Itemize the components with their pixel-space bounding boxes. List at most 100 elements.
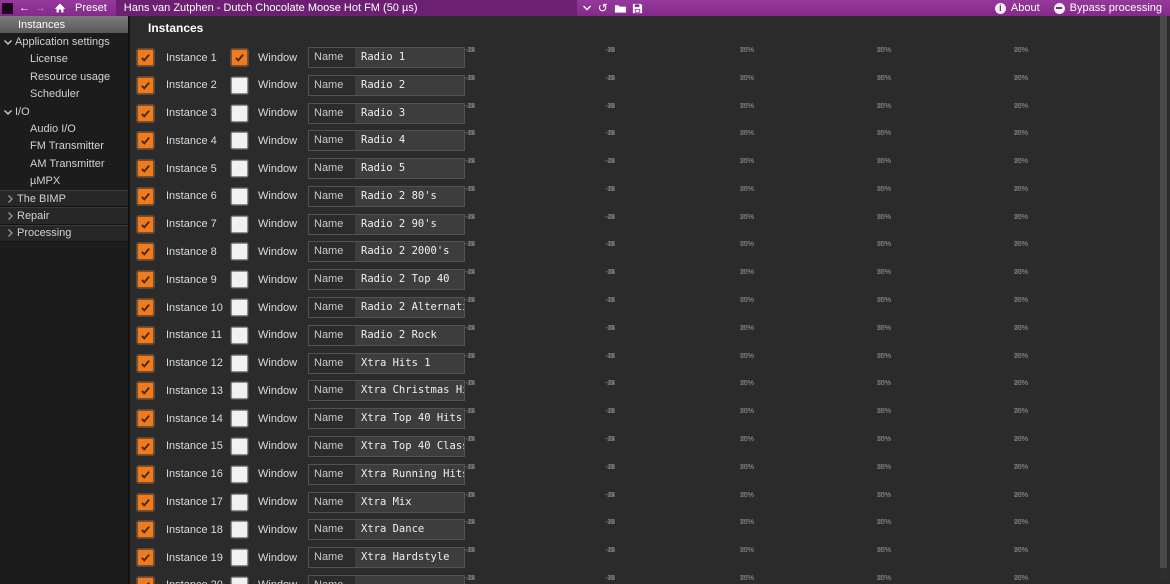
instance-enabled-checkbox[interactable]	[137, 355, 154, 372]
window-checkbox[interactable]	[231, 327, 248, 344]
instance-enabled-checkbox[interactable]	[137, 466, 154, 483]
instance-enabled-checkbox[interactable]	[137, 243, 154, 260]
sidebar-item-the-bimp[interactable]: The BIMP	[0, 190, 128, 207]
name-input[interactable]: Radio 2 Rock	[355, 326, 464, 345]
window-checkbox[interactable]	[231, 105, 248, 122]
meter-tick-label: 75%	[740, 103, 754, 110]
name-input[interactable]: Radio 2 Alternative	[355, 298, 464, 317]
about-button[interactable]: About	[1011, 2, 1040, 14]
name-input[interactable]: Xtra Running Hits	[355, 465, 464, 484]
sidebar-item-µmpx[interactable]: µMPX	[0, 173, 128, 190]
chevron-icon[interactable]	[3, 107, 13, 117]
meter-tick-label: 75%	[877, 269, 891, 276]
window-checkbox[interactable]	[231, 438, 248, 455]
window-checkbox[interactable]	[231, 577, 248, 584]
preset-dropdown-chevron-icon[interactable]	[582, 0, 592, 16]
window-checkbox[interactable]	[231, 49, 248, 66]
name-input[interactable]: Radio 2 80's	[355, 187, 464, 206]
window-label: Window	[258, 79, 297, 91]
back-arrow-icon[interactable]: ←	[19, 0, 30, 16]
window-checkbox[interactable]	[231, 355, 248, 372]
instance-enabled-checkbox[interactable]	[137, 216, 154, 233]
window-checkbox[interactable]	[231, 494, 248, 511]
instance-enabled-checkbox[interactable]	[137, 160, 154, 177]
undo-icon[interactable]: ↺	[598, 0, 608, 16]
name-input[interactable]: Radio 2 90's	[355, 215, 464, 234]
name-input[interactable]: Xtra Top 40 Classic	[355, 437, 464, 456]
name-input[interactable]: Xtra Hits 1	[355, 354, 464, 373]
window-checkbox[interactable]	[231, 132, 248, 149]
window-checkbox[interactable]	[231, 188, 248, 205]
chevron-icon[interactable]	[5, 194, 15, 204]
instance-enabled-checkbox[interactable]	[137, 105, 154, 122]
forward-arrow-icon[interactable]: →	[35, 0, 46, 16]
name-input[interactable]: Radio 2	[355, 76, 464, 95]
instance-enabled-checkbox[interactable]	[137, 271, 154, 288]
save-icon[interactable]	[632, 0, 643, 16]
window-checkbox[interactable]	[231, 410, 248, 427]
instance-enabled-checkbox[interactable]	[137, 521, 154, 538]
sidebar-item-instances[interactable]: Instances	[0, 16, 128, 33]
name-input[interactable]: Xtra Dance	[355, 520, 464, 539]
name-input[interactable]: Radio 3	[355, 104, 464, 123]
preset-button[interactable]: Preset	[75, 2, 107, 14]
sidebar-item-i-o[interactable]: I/O	[0, 103, 128, 120]
window-checkbox[interactable]	[231, 549, 248, 566]
name-input[interactable]: Xtra Christmas Hits	[355, 381, 464, 400]
instance-enabled-checkbox[interactable]	[137, 49, 154, 66]
window-checkbox[interactable]	[231, 521, 248, 538]
sidebar-item-am-transmitter[interactable]: AM Transmitter	[0, 155, 128, 172]
instance-enabled-checkbox[interactable]	[137, 549, 154, 566]
window-checkbox[interactable]	[231, 466, 248, 483]
chevron-icon[interactable]	[5, 228, 15, 238]
instance-enabled-checkbox[interactable]	[137, 410, 154, 427]
instance-enabled-checkbox[interactable]	[137, 494, 154, 511]
info-icon[interactable]: i	[995, 3, 1006, 14]
name-input[interactable]: Radio 1	[355, 48, 464, 67]
name-input[interactable]: Radio 2 Top 40	[355, 270, 464, 289]
instance-enabled-checkbox[interactable]	[137, 77, 154, 94]
scrollbar-thumb[interactable]	[1160, 8, 1167, 568]
vertical-scrollbar[interactable]	[1160, 6, 1167, 580]
name-input[interactable]: Radio 2 2000's	[355, 242, 464, 261]
sidebar-item-audio-i-o[interactable]: Audio I/O	[0, 120, 128, 137]
window-checkbox[interactable]	[231, 216, 248, 233]
sidebar-item-processing[interactable]: Processing	[0, 225, 128, 242]
chevron-icon[interactable]	[5, 211, 15, 221]
chevron-icon[interactable]	[3, 37, 13, 47]
instance-enabled-checkbox[interactable]	[137, 438, 154, 455]
bypass-processing-button[interactable]: Bypass processing	[1070, 2, 1162, 14]
instance-enabled-checkbox[interactable]	[137, 299, 154, 316]
instance-enabled-checkbox[interactable]	[137, 132, 154, 149]
window-checkbox[interactable]	[231, 382, 248, 399]
home-icon[interactable]	[54, 0, 66, 16]
name-input[interactable]: Xtra Hardstyle	[355, 548, 464, 567]
bypass-icon[interactable]	[1054, 3, 1065, 14]
meter-tick-label: -6	[607, 297, 613, 304]
name-input[interactable]: Radio 4	[355, 131, 464, 150]
sidebar-item-fm-transmitter[interactable]: FM Transmitter	[0, 138, 128, 155]
preset-title[interactable]: Hans van Zutphen - Dutch Chocolate Moose…	[116, 0, 577, 16]
name-input[interactable]: Radio 5	[355, 159, 464, 178]
instance-enabled-checkbox[interactable]	[137, 188, 154, 205]
name-input[interactable]: Xtra Mix	[355, 493, 464, 512]
instance-enabled-checkbox[interactable]	[137, 327, 154, 344]
instance-enabled-checkbox[interactable]	[137, 382, 154, 399]
name-input[interactable]	[355, 576, 464, 584]
window-checkbox[interactable]	[231, 271, 248, 288]
sidebar-item-application-settings[interactable]: Application settings	[0, 33, 128, 50]
sidebar-item-resource-usage[interactable]: Resource usage	[0, 68, 128, 85]
meter-tick-label: 75%	[1014, 158, 1028, 165]
sidebar-item-repair[interactable]: Repair	[0, 207, 128, 224]
window-checkbox[interactable]	[231, 77, 248, 94]
sidebar-item-scheduler[interactable]: Scheduler	[0, 86, 128, 103]
name-input[interactable]: Xtra Top 40 Hits	[355, 409, 464, 428]
window-checkbox[interactable]	[231, 160, 248, 177]
sidebar-item-license[interactable]: License	[0, 51, 128, 68]
instance-label: Instance 3	[166, 107, 230, 119]
meter-tick-label: 75%	[740, 575, 754, 582]
open-folder-icon[interactable]	[614, 0, 627, 16]
instance-enabled-checkbox[interactable]	[137, 577, 154, 584]
window-checkbox[interactable]	[231, 243, 248, 260]
window-checkbox[interactable]	[231, 299, 248, 316]
